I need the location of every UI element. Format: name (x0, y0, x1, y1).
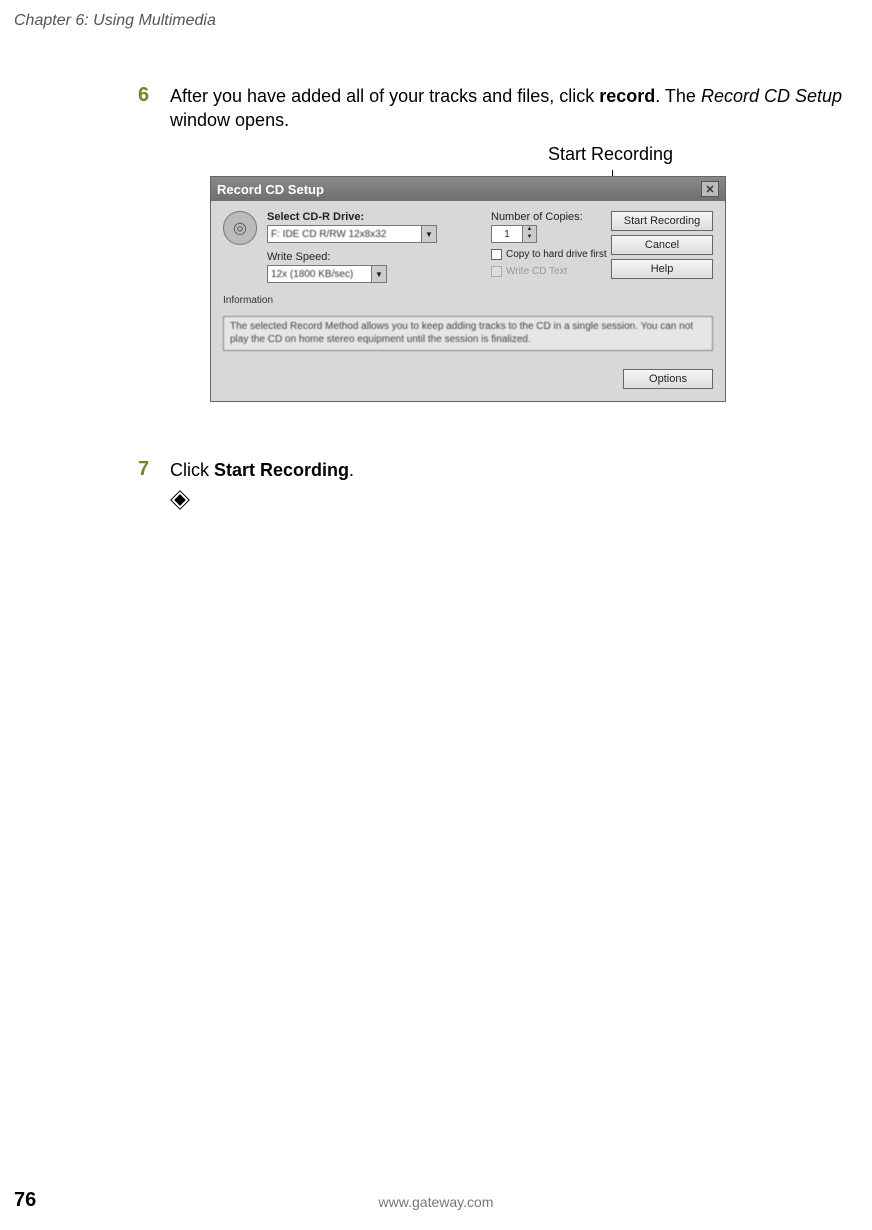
step-7-text: Click Start Recording. (170, 458, 852, 482)
drive-combobox[interactable]: F: IDE CD R/RW 12x8x32 ▼ (267, 225, 437, 243)
copy-first-label: Copy to hard drive first (506, 249, 607, 260)
checkbox-icon (491, 266, 502, 277)
step-6-text: After you have added all of your tracks … (170, 84, 852, 133)
speed-value: 12x (1800 KB/sec) (268, 269, 371, 280)
dialog-title: Record CD Setup (217, 182, 324, 197)
footer-url: www.gateway.com (0, 1194, 872, 1210)
info-heading: Information (223, 295, 713, 306)
cancel-button[interactable]: Cancel (611, 235, 713, 255)
step-number: 7 (138, 458, 149, 481)
step-7: 7 Click Start Recording. (138, 458, 852, 482)
close-icon: ✕ (705, 183, 714, 196)
text-italic: Record CD Setup (701, 86, 842, 106)
cd-text-label: Write CD Text (506, 266, 567, 277)
text-bold: Start Recording (214, 460, 349, 480)
chevron-down-icon: ▼ (371, 266, 386, 282)
help-button[interactable]: Help (611, 259, 713, 279)
spinner-buttons[interactable]: ▲▼ (522, 226, 536, 242)
dialog-screenshot: Record CD Setup ✕ ◎ Select CD-R Drive: F… (210, 176, 726, 402)
chevron-down-icon: ▼ (421, 226, 436, 242)
text: After you have added all of your tracks … (170, 86, 599, 106)
dialog-titlebar: Record CD Setup ✕ (211, 177, 725, 201)
checkbox-icon[interactable] (491, 249, 502, 260)
chapter-header: Chapter 6: Using Multimedia (14, 12, 216, 30)
copy-first-row[interactable]: Copy to hard drive first (491, 249, 611, 260)
drive-value: F: IDE CD R/RW 12x8x32 (268, 229, 421, 240)
copies-value: 1 (492, 229, 522, 240)
text: . The (655, 86, 701, 106)
text: window opens. (170, 110, 289, 130)
options-button[interactable]: Options (623, 369, 713, 389)
drive-label: Select CD-R Drive: (267, 211, 491, 223)
speed-combobox[interactable]: 12x (1800 KB/sec) ▼ (267, 265, 387, 283)
info-text: The selected Record Method allows you to… (223, 316, 713, 351)
end-of-section-icon (170, 490, 190, 510)
speed-label: Write Speed: (267, 251, 491, 263)
callout-label: Start Recording (548, 144, 673, 165)
cd-text-row: Write CD Text (491, 266, 611, 277)
cd-icon: ◎ (223, 211, 257, 245)
text: Click (170, 460, 214, 480)
text-bold: record (599, 86, 655, 106)
copies-label: Number of Copies: (491, 211, 611, 223)
record-cd-setup-dialog: Record CD Setup ✕ ◎ Select CD-R Drive: F… (210, 176, 726, 402)
step-6: 6 After you have added all of your track… (138, 84, 852, 133)
copies-spinner[interactable]: 1 ▲▼ (491, 225, 537, 243)
text: . (349, 460, 354, 480)
close-button[interactable]: ✕ (701, 181, 719, 197)
step-number: 6 (138, 84, 149, 107)
start-recording-button[interactable]: Start Recording (611, 211, 713, 231)
